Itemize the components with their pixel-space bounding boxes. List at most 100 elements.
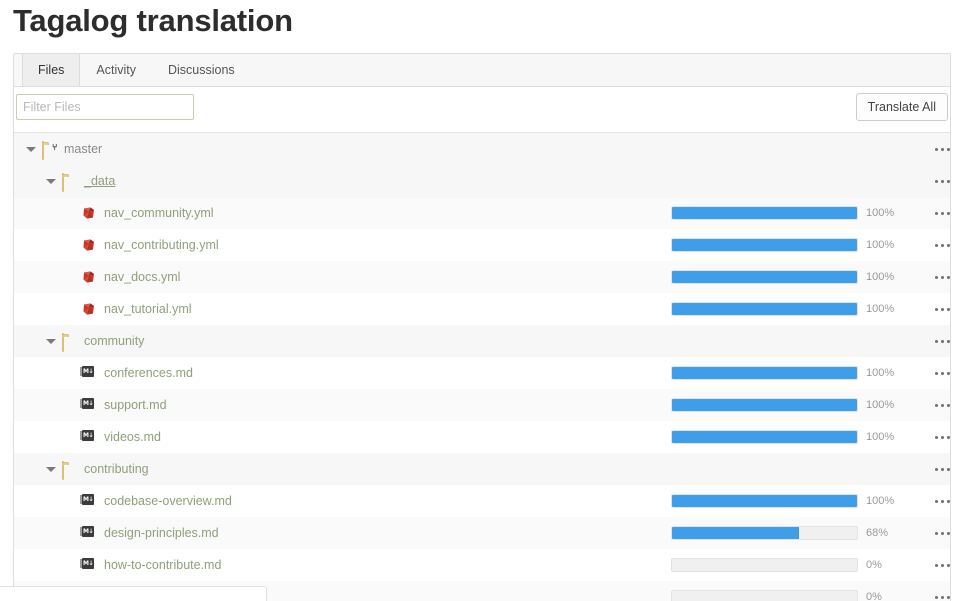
translation-progress-bar: [671, 302, 858, 316]
row-name-cell: M↓ design-principles.md: [14, 525, 219, 541]
row-name-cell: M↓ codebase-overview.md: [14, 493, 232, 509]
translation-progress-bar: [671, 590, 858, 601]
caret-down-icon[interactable]: [46, 176, 57, 187]
row-label[interactable]: nav_docs.yml: [104, 270, 180, 284]
translation-progress-bar: [671, 270, 858, 284]
progress-fill: [672, 303, 857, 315]
row-label[interactable]: community: [84, 334, 144, 348]
branch-row[interactable]: ⑂ master: [14, 133, 950, 165]
overflow-menu-icon[interactable]: [929, 461, 955, 477]
overflow-menu-icon[interactable]: [929, 429, 955, 445]
translate-all-button[interactable]: Translate All: [855, 93, 948, 121]
overflow-menu-icon[interactable]: [929, 557, 955, 573]
row-name-cell: nav_docs.yml: [14, 270, 180, 285]
file-row[interactable]: nav_contributing.yml 100%: [14, 229, 950, 261]
row-label[interactable]: nav_tutorial.yml: [104, 302, 192, 316]
overflow-menu-icon[interactable]: [929, 173, 955, 189]
browser-status-strip: [0, 586, 267, 601]
progress-fill: [672, 495, 857, 507]
overflow-menu-icon[interactable]: [929, 141, 955, 157]
progress-percent-label: 100%: [866, 399, 895, 411]
overflow-menu-icon[interactable]: [929, 589, 955, 601]
progress-percent-label: 100%: [866, 239, 895, 251]
row-label[interactable]: support.md: [104, 398, 167, 412]
row-label: master: [64, 142, 103, 156]
translation-progress-bar: [671, 526, 858, 540]
row-name-cell: M↓ conferences.md: [14, 365, 193, 381]
translation-progress-bar: [671, 206, 858, 220]
row-label[interactable]: conferences.md: [104, 366, 193, 380]
overflow-menu-icon[interactable]: [929, 493, 955, 509]
overflow-menu-icon[interactable]: [929, 205, 955, 221]
translation-progress-bar: [671, 430, 858, 444]
progress-percent-label: 100%: [866, 303, 895, 315]
markdown-file-icon: M↓: [80, 493, 98, 509]
progress-fill: [672, 399, 857, 411]
translation-progress-bar: [671, 366, 858, 380]
yml-file-icon: [82, 206, 98, 221]
file-row[interactable]: M↓ videos.md 100%: [14, 421, 950, 453]
file-row[interactable]: nav_community.yml 100%: [14, 197, 950, 229]
progress-fill: [672, 239, 857, 251]
row-label[interactable]: nav_contributing.yml: [104, 238, 219, 252]
overflow-menu-icon[interactable]: [929, 333, 955, 349]
overflow-menu-icon[interactable]: [929, 397, 955, 413]
progress-percent-label: 0%: [866, 559, 882, 571]
markdown-file-icon: M↓: [80, 429, 98, 445]
tab-discussions[interactable]: Discussions: [152, 54, 251, 86]
row-label[interactable]: contributing: [84, 462, 149, 476]
row-name-cell: nav_contributing.yml: [14, 238, 219, 253]
page-root: Tagalog translation Files Activity Discuss…: [0, 0, 964, 601]
file-row[interactable]: M↓ design-principles.md 68%: [14, 517, 950, 549]
folder-row[interactable]: community: [14, 325, 950, 357]
folder-row[interactable]: contributing: [14, 453, 950, 485]
markdown-file-icon: M↓: [80, 525, 98, 541]
progress-percent-label: 0%: [866, 591, 882, 601]
caret-down-icon[interactable]: [26, 144, 37, 155]
row-name-cell: nav_tutorial.yml: [14, 302, 192, 317]
tab-files[interactable]: Files: [22, 54, 81, 86]
folder-row[interactable]: _data: [14, 165, 950, 197]
file-row[interactable]: M↓ support.md 100%: [14, 389, 950, 421]
row-label[interactable]: _data: [84, 174, 115, 188]
row-name-cell: contributing: [14, 460, 149, 480]
filter-files-input[interactable]: [16, 94, 194, 120]
tab-bar: Files Activity Discussions: [14, 54, 950, 87]
row-label[interactable]: how-to-contribute.md: [104, 558, 221, 572]
file-tree: ⑂ master _data nav_community.yml 100% nav_con…: [14, 133, 950, 601]
yml-file-icon: [82, 270, 98, 285]
markdown-file-icon: M↓: [80, 365, 98, 381]
translation-progress-bar: [671, 558, 858, 572]
file-row[interactable]: M↓ how-to-contribute.md 0%: [14, 549, 950, 581]
yml-file-icon: [82, 302, 98, 317]
caret-down-icon[interactable]: [46, 464, 57, 475]
git-branch-folder-icon: ⑂: [42, 140, 58, 160]
file-row[interactable]: M↓ conferences.md 100%: [14, 357, 950, 389]
overflow-menu-icon[interactable]: [929, 269, 955, 285]
overflow-menu-icon[interactable]: [929, 301, 955, 317]
row-name-cell: community: [14, 332, 144, 352]
row-label[interactable]: videos.md: [104, 430, 161, 444]
progress-percent-label: 100%: [866, 431, 895, 443]
folder-icon: [62, 460, 78, 480]
overflow-menu-icon[interactable]: [929, 237, 955, 253]
row-name-cell: M↓ how-to-contribute.md: [14, 557, 221, 573]
file-row[interactable]: nav_docs.yml 100%: [14, 261, 950, 293]
markdown-file-icon: M↓: [80, 397, 98, 413]
progress-percent-label: 68%: [866, 527, 889, 539]
tab-activity[interactable]: Activity: [80, 54, 152, 86]
row-name-cell: nav_community.yml: [14, 206, 214, 221]
markdown-file-icon: M↓: [80, 557, 98, 573]
row-label[interactable]: design-principles.md: [104, 526, 219, 540]
caret-down-icon[interactable]: [46, 336, 57, 347]
progress-percent-label: 100%: [866, 207, 895, 219]
file-row[interactable]: M↓ codebase-overview.md 100%: [14, 485, 950, 517]
yml-file-icon: [82, 238, 98, 253]
files-panel: FilesActivityDiscussions Translate All ⑂…: [13, 53, 951, 601]
file-row[interactable]: nav_tutorial.yml 100%: [14, 293, 950, 325]
row-label[interactable]: nav_community.yml: [104, 206, 214, 220]
files-toolbar: Translate All: [14, 87, 950, 133]
overflow-menu-icon[interactable]: [929, 365, 955, 381]
row-label[interactable]: codebase-overview.md: [104, 494, 232, 508]
overflow-menu-icon[interactable]: [929, 525, 955, 541]
